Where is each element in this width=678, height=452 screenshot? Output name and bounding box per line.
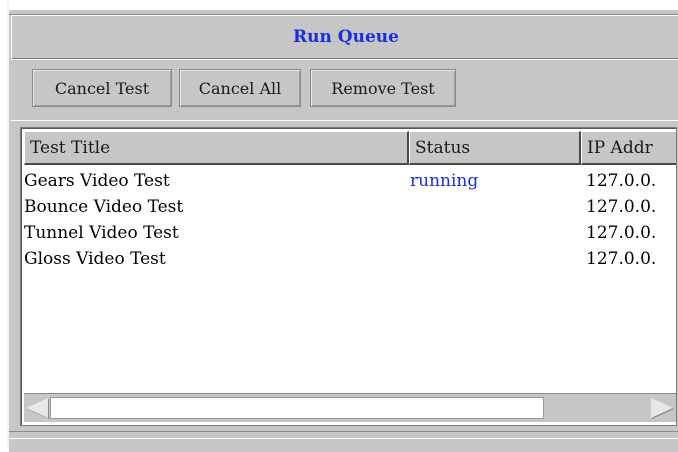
ip-address-cell: 127.0.0. [586,249,657,269]
title-bar: Run Queue [11,15,678,59]
table-row[interactable]: Gloss Video Test 127.0.0. [24,246,676,272]
table-row[interactable]: Bounce Video Test 127.0.0. [24,194,676,220]
top-strip [9,0,678,10]
run-queue-window: Run Queue Cancel Test Cancel All Remove … [7,0,678,452]
ip-address-cell: 127.0.0. [586,197,657,217]
scroll-right-arrow-icon[interactable] [651,398,673,418]
table-row[interactable]: Gears Video Test running 127.0.0. [24,168,676,194]
table-panel: Test Title Status IP Addr Gears Video Te… [11,120,678,431]
scrollbar-thumb[interactable] [50,397,544,419]
cancel-test-button[interactable]: Cancel Test [32,69,172,107]
column-header-status[interactable]: Status [409,131,581,165]
toolbar: Cancel Test Cancel All Remove Test [11,59,678,121]
table-header: Test Title Status IP Addr [24,131,676,165]
table-body: Gears Video Test running 127.0.0. Bounce… [24,168,676,393]
test-title-cell: Tunnel Video Test [24,223,179,243]
remove-test-button[interactable]: Remove Test [310,69,456,107]
test-title-cell: Gears Video Test [24,171,170,191]
status-cell: running [410,171,479,191]
bottom-divider [9,438,678,439]
column-header-ip-address[interactable]: IP Addr [581,131,676,165]
table-row[interactable]: Tunnel Video Test 127.0.0. [24,220,676,246]
bottom-strip [9,431,678,452]
run-queue-table: Test Title Status IP Addr Gears Video Te… [20,127,677,426]
ip-address-cell: 127.0.0. [586,223,657,243]
window-title: Run Queue [293,27,399,47]
horizontal-scrollbar[interactable] [24,393,676,422]
test-title-cell: Gloss Video Test [24,249,166,269]
test-title-cell: Bounce Video Test [24,197,184,217]
cancel-all-button[interactable]: Cancel All [179,69,301,107]
ip-address-cell: 127.0.0. [586,171,657,191]
scroll-left-arrow-icon[interactable] [26,398,48,418]
column-header-test-title[interactable]: Test Title [24,131,409,165]
